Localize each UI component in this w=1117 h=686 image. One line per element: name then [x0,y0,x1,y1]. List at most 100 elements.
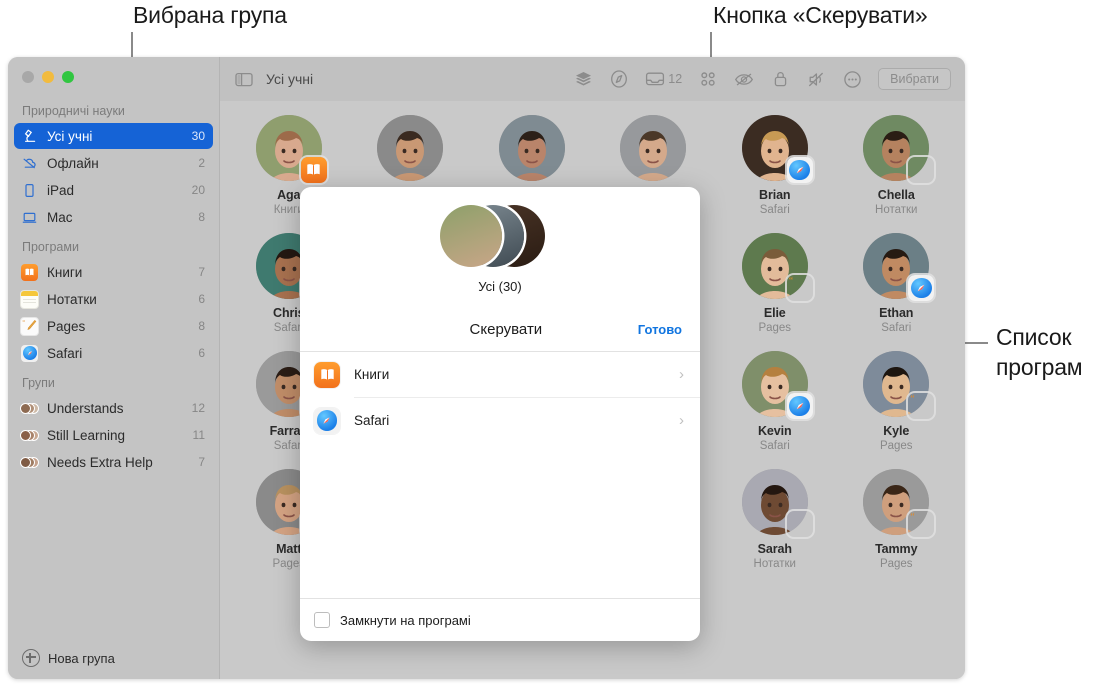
pages-app-badge-icon: “ [908,511,934,537]
sidebar-item-count: 30 [191,129,205,143]
sidebar-item-all-students[interactable]: Усі учні 30 [14,123,213,149]
student-current-app: Нотатки [753,558,796,570]
notes-app-badge-icon [787,511,813,537]
navigate-compass-icon[interactable] [609,69,629,89]
sidebar-section-title-classes: Природничі науки [22,104,125,118]
popover-footer: Замкнути на програмі [300,598,700,641]
sidebar-item-mac[interactable]: Mac 8 [14,204,213,230]
new-group-label: Нова група [48,650,115,666]
student-tile[interactable]: “ Tammy Pages [836,469,958,570]
app-name: Safari [354,413,390,428]
sidebar-item-books[interactable]: Книги 7 [14,259,213,285]
notes-app-icon [20,289,39,309]
sidebar-item-label: Усі учні [47,128,93,144]
window-traffic-lights [22,71,74,83]
sidebar-item-label: Still Learning [47,427,126,443]
group-avatar-stack [440,205,560,267]
sidebar-item-ipad[interactable]: iPad 20 [14,177,213,203]
sidebar-item-label: Книги [47,264,83,280]
sidebar-item-offline[interactable]: Офлайн 2 [14,150,213,176]
sidebar-item-needs-extra-help[interactable]: Needs Extra Help 7 [14,449,213,475]
student-avatar-wrap [741,469,808,535]
done-button[interactable]: Готово [638,322,682,337]
zoom-button[interactable] [62,71,74,83]
student-tile[interactable]: Kevin Safari [714,351,836,452]
cloud-slash-icon [20,154,39,173]
student-name: Aga [277,188,301,202]
toolbar: Усі учні 12 Вибрати [220,57,965,102]
sidebar-item-count: 8 [198,210,205,224]
inbox-icon[interactable]: 12 [645,71,682,87]
student-avatar-wrap [741,115,813,183]
microscope-icon [20,127,39,146]
app-list-item-books[interactable]: Книги › [300,352,700,397]
lock-to-app-checkbox[interactable] [314,612,330,628]
sidebar-item-count: 20 [191,183,205,197]
sidebar-item-count: 6 [198,346,205,360]
sidebar-item-label: Нотатки [47,291,97,307]
page-title: Усі учні [266,71,314,87]
app-name: Книги [354,367,390,382]
student-avatar-wrap: “ [741,233,808,299]
callout-selected-group: Вибрана група [133,2,287,28]
avatar [498,115,565,181]
sidebar-item-label: Pages [47,318,86,334]
callout-app-list-line2: програм [996,354,1083,380]
sidebar-item-notes[interactable]: Нотатки 6 [14,286,213,312]
student-name: Brian [759,188,791,202]
student-name: Matt [276,542,302,556]
student-name: Tammy [875,542,918,556]
student-tile[interactable]: Ethan Safari [836,233,958,334]
close-button[interactable] [22,71,34,83]
student-avatar-wrap: “ [863,351,930,417]
sidebar-section-title-apps: Програми [22,240,79,254]
student-current-app: Safari [881,322,912,334]
sidebar-list-groups: Understands 12 Still Learning 11 Needs E… [14,395,213,476]
inbox-count: 12 [668,72,683,86]
sidebar-item-label: Needs Extra Help [47,454,153,470]
sidebar-item-count: 8 [198,319,205,333]
student-tile[interactable]: “EliePages [714,233,836,334]
student-current-app: Safari [759,204,790,216]
sidebar-item-understands[interactable]: Understands 12 [14,395,213,421]
speaker-slash-icon[interactable] [806,69,826,89]
sidebar-toggle-icon[interactable] [234,69,254,89]
more-ellipsis-icon[interactable] [842,69,862,89]
sidebar-item-count: 7 [198,455,205,469]
student-tile[interactable]: Chella Нотатки [836,115,958,216]
ipad-icon [20,181,39,200]
sidebar-list-apps: Книги 7 Нотатки 6 “ Pages 8 Safari 6 [14,259,213,367]
student-tile[interactable]: Brian Safari [714,115,836,216]
books-app-icon [314,361,340,388]
app-list-item-safari[interactable]: Safari › [300,398,700,443]
student-avatar-wrap: “ [863,469,930,535]
sidebar-item-pages[interactable]: “ Pages 8 [14,313,213,339]
notes-app-badge-icon [908,157,934,183]
app-window: Природничі науки Усі учні 30 Офлайн 2 iP… [8,57,965,679]
student-name: Kevin [757,424,792,438]
new-group-button[interactable]: Нова група [22,649,115,667]
student-current-app: Safari [759,440,790,452]
lock-icon[interactable] [770,69,790,89]
student-avatar-wrap [620,115,687,181]
popover-header: Усі (30) [300,187,700,294]
sidebar-item-still-learning[interactable]: Still Learning 11 [14,422,213,448]
books-app-badge-icon [300,157,327,183]
lock-to-app-label: Замкнути на програмі [340,612,471,628]
plus-circle-icon [22,649,40,667]
select-button[interactable]: Вибрати [878,68,951,90]
sidebar-list-classes: Усі учні 30 Офлайн 2 iPad 20 Mac 8 [14,123,213,231]
sidebar-item-safari[interactable]: Safari 6 [14,340,213,366]
eye-slash-icon[interactable] [734,69,754,89]
student-tile[interactable]: “ Kyle Pages [836,351,958,452]
layers-icon[interactable] [573,69,593,89]
student-avatar-wrap [498,115,565,181]
minimize-button[interactable] [42,71,54,83]
student-tile[interactable]: Sarah Нотатки [714,469,836,570]
student-current-app: Pages [879,440,913,452]
screens-grid-icon[interactable] [698,69,718,89]
student-avatar-wrap [863,115,930,181]
student-name: Sarah [757,542,792,556]
student-name: Kyle [883,424,910,438]
student-name: Ethan [879,306,914,320]
